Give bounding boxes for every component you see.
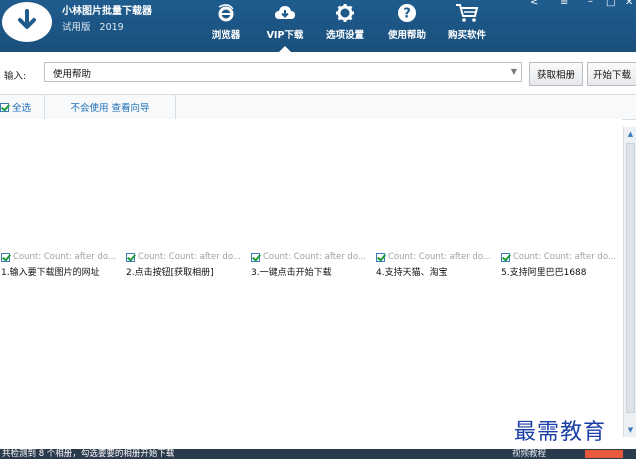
svg-text:?: ?: [403, 7, 411, 22]
menu-icon[interactable]: ≡: [560, 0, 568, 8]
nav-settings-label: 选项设置: [325, 30, 364, 41]
url-input[interactable]: 使用帮助 ▼: [44, 62, 522, 82]
url-input-value: 使用帮助: [53, 69, 92, 80]
title-bar: 小林图片批量下载器 试用版 2019 浏览器 VIP下载 选项设置 ? 使用帮助…: [0, 0, 636, 52]
item-count: Count: Count: after do...: [138, 252, 241, 262]
album-list: Count: Count: after do... 1.输入要下载图片的网址 C…: [0, 119, 622, 449]
checkbox-icon[interactable]: [126, 252, 135, 262]
list-item[interactable]: Count: Count: after do... 3.一键点击开始下载: [251, 251, 375, 278]
nav-browser-label: 浏览器: [211, 30, 241, 41]
item-label: 5.支持阿里巴巴1688: [501, 268, 587, 278]
ie-browser-icon: [211, 0, 241, 26]
scroll-up-icon[interactable]: ▲: [625, 129, 636, 139]
nav-browser[interactable]: 浏览器: [206, 0, 246, 52]
status-bar: 共检测到 8 个相册，勾选要要的相册开始下载 视频教程: [0, 449, 636, 459]
item-label: 1.输入要下载图片的网址: [1, 268, 100, 278]
share-icon[interactable]: <: [530, 0, 538, 8]
nav-buy-label: 购买软件: [447, 30, 486, 41]
guide-link[interactable]: 不会使用 查看向导: [45, 95, 176, 119]
input-label: 输入:: [4, 71, 27, 82]
list-item[interactable]: Count: Count: after do... 4.支持天猫、淘宝: [376, 251, 500, 278]
app-logo: [2, 2, 52, 42]
tabs-row: 全选 不会使用 查看向导: [0, 94, 636, 120]
edition-year: 2019: [99, 22, 124, 33]
item-label: 2.点击按钮[获取相册]: [126, 268, 214, 278]
app-edition: 试用版 2019: [62, 19, 130, 33]
app-title: 小林图片批量下载器: [62, 6, 152, 17]
cart-icon: [452, 0, 482, 26]
close-icon[interactable]: ✕: [625, 0, 633, 8]
input-row: 输入: 使用帮助 ▼ 获取相册 开始下载: [0, 52, 636, 94]
gear-icon: [330, 0, 360, 26]
nav-help-label: 使用帮助: [387, 30, 426, 41]
dropdown-arrow-icon[interactable]: ▼: [511, 67, 517, 76]
nav-help[interactable]: ? 使用帮助: [384, 0, 430, 52]
list-item[interactable]: Count: Count: after do... 1.输入要下载图片的网址: [1, 251, 125, 278]
list-item[interactable]: Count: Count: after do... 5.支持阿里巴巴1688: [501, 251, 625, 278]
nav-vip-download-label: VIP下载: [266, 30, 304, 41]
checkbox-icon: [0, 102, 9, 112]
item-count: Count: Count: after do...: [13, 252, 116, 262]
checkbox-icon[interactable]: [376, 252, 385, 262]
fetch-album-button[interactable]: 获取相册: [529, 62, 583, 86]
maximize-icon[interactable]: □: [606, 0, 615, 8]
select-all-checkbox[interactable]: 全选: [0, 95, 45, 119]
edition-label: 试用版: [62, 22, 91, 33]
item-count: Count: Count: after do...: [513, 252, 616, 262]
select-all-label: 全选: [12, 103, 32, 114]
checkbox-icon[interactable]: [1, 252, 10, 262]
list-item[interactable]: Count: Count: after do... 2.点击按钮[获取相册]: [126, 251, 250, 278]
checkbox-icon[interactable]: [501, 252, 510, 262]
download-logo-icon: [18, 9, 36, 29]
nav-vip-download[interactable]: VIP下载: [263, 0, 307, 52]
nav-buy[interactable]: 购买软件: [444, 0, 490, 52]
scroll-down-icon[interactable]: ▼: [625, 425, 636, 435]
cloud-download-icon: [270, 0, 300, 26]
status-message: 共检测到 8 个相册，勾选要要的相册开始下载: [2, 449, 175, 459]
scroll-thumb[interactable]: [626, 143, 635, 413]
checkbox-icon[interactable]: [251, 252, 260, 262]
start-download-button[interactable]: 开始下载: [587, 62, 636, 86]
vertical-scrollbar[interactable]: ▲ ▼: [623, 127, 636, 437]
item-count: Count: Count: after do...: [263, 252, 366, 262]
status-badge: [585, 450, 623, 458]
item-label: 3.一键点击开始下载: [251, 268, 332, 278]
minimize-icon[interactable]: –: [588, 0, 593, 7]
video-tutorial-link[interactable]: 视频教程: [512, 449, 546, 459]
help-icon: ?: [392, 0, 422, 26]
nav-settings[interactable]: 选项设置: [322, 0, 368, 52]
item-label: 4.支持天猫、淘宝: [376, 268, 448, 278]
watermark: 最需教育: [514, 420, 607, 445]
item-count: Count: Count: after do...: [388, 252, 491, 262]
